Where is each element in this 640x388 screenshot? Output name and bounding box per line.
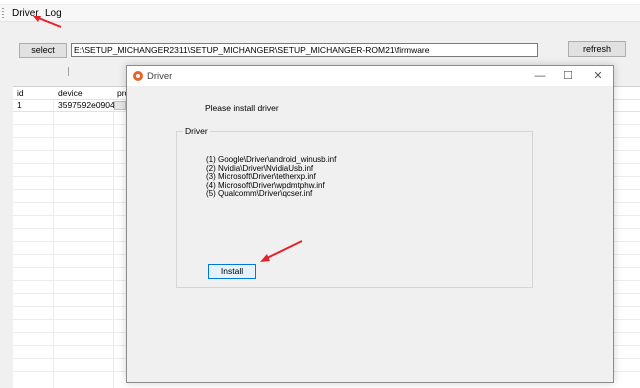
column-header-id[interactable]: id [17,88,24,98]
toolbar-separator [68,67,69,76]
menu-grip-handle[interactable] [2,8,4,18]
driver-dialog: Driver — ☐ ✕ Please install driver Drive… [126,65,614,383]
close-button[interactable]: ✕ [585,68,611,84]
refresh-button[interactable]: refresh [568,41,626,57]
install-button[interactable]: Install [208,264,256,279]
driver-list-item: (5) Qualcomm\Driver\qcser.inf [206,189,313,199]
groupbox-label: Driver [183,126,210,136]
column-divider [53,87,54,388]
column-divider [113,87,114,388]
window-top-strip [0,0,640,4]
install-driver-message: Please install driver [205,103,279,113]
cell-id: 1 [17,100,22,110]
driver-list: (1) Google\Driver\android_winusb.inf (2)… [206,155,336,199]
firmware-path-field[interactable]: E:\SETUP_MICHANGER2311\SETUP_MICHANGER\S… [71,43,538,57]
menu-log[interactable]: Log [45,8,62,19]
dialog-title: Driver [147,71,173,82]
menu-bar: Driver Log [0,5,640,22]
cell-device: 3597592e0904 [58,100,115,110]
select-button[interactable]: select [19,43,67,58]
dialog-titlebar[interactable]: Driver — ☐ ✕ [127,66,613,86]
driver-groupbox: Driver (1) Google\Driver\android_winusb.… [176,126,533,288]
menu-driver[interactable]: Driver [12,8,39,19]
cell-progress-bar [114,101,126,110]
maximize-button[interactable]: ☐ [555,68,581,84]
minimize-button[interactable]: — [527,68,553,84]
app-logo-icon [133,71,143,81]
column-header-device[interactable]: device [58,88,83,98]
